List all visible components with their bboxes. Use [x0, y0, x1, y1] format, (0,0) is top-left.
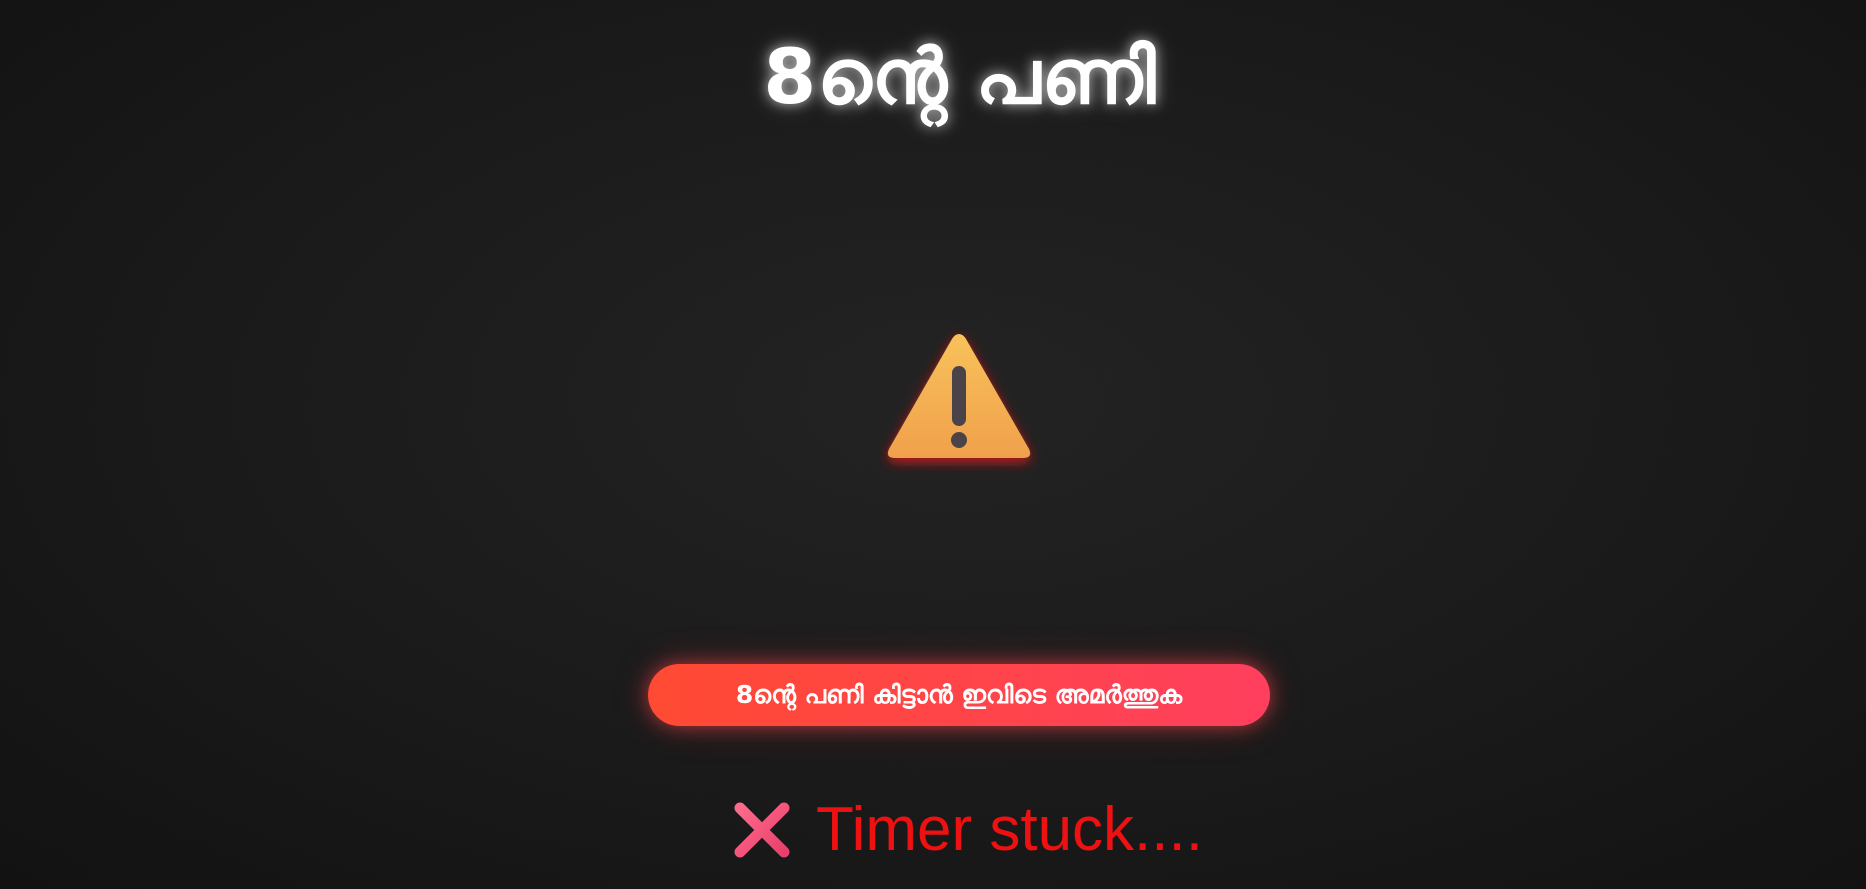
press-here-button[interactable]: 8ന്റെ പണി കിട്ടാൻ ഇവിടെ അമർത്തുക	[648, 664, 1270, 726]
status-message: Timer stuck....	[730, 792, 1203, 868]
warning-icon	[883, 328, 1035, 468]
status-text: Timer stuck....	[816, 795, 1203, 864]
page-title: 8ന്റെ പണി	[763, 32, 1157, 121]
cross-mark-icon	[730, 798, 794, 862]
